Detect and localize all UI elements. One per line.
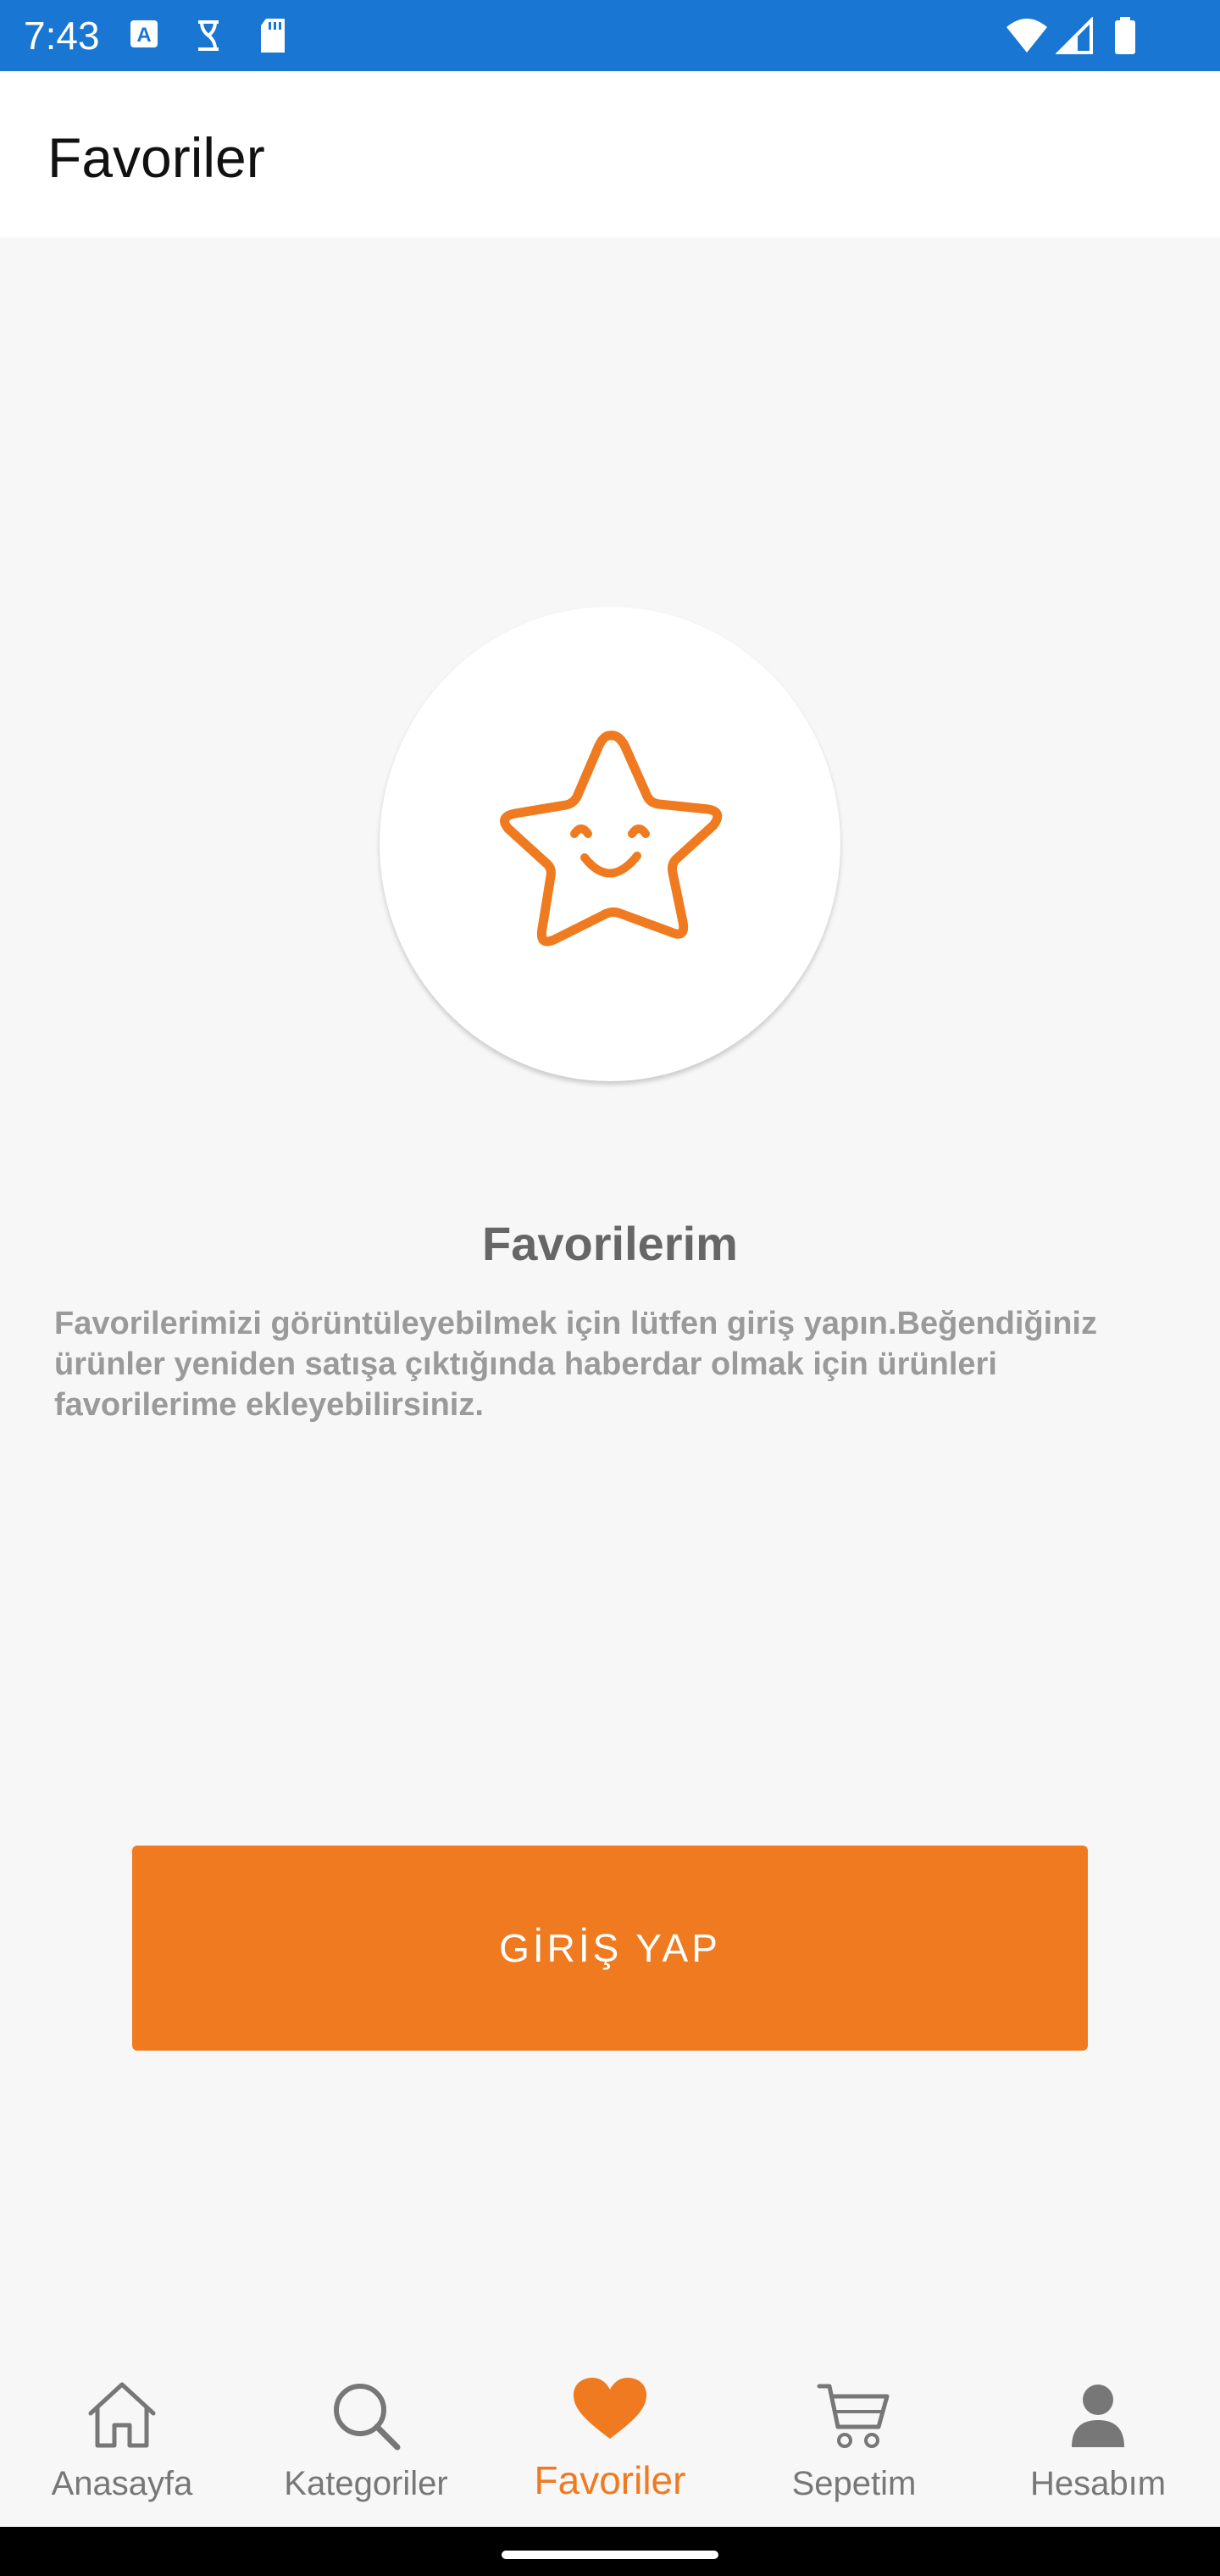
- nav-item-cart[interactable]: Sepetim: [732, 2356, 976, 2527]
- sd-card-icon: [261, 19, 285, 53]
- empty-state-title: Favorilerim: [482, 1217, 738, 1270]
- svg-text:A: A: [136, 24, 151, 47]
- empty-state-illustration: [380, 607, 840, 1081]
- sync-notification-icon: [198, 20, 219, 51]
- system-navigation-bar: [0, 2527, 1220, 2576]
- person-icon: [1072, 2384, 1124, 2447]
- login-button[interactable]: GİRİŞ YAP: [132, 1846, 1088, 2051]
- home-gesture-handle[interactable]: [502, 2551, 718, 2559]
- nav-item-categories[interactable]: Kategoriler: [244, 2356, 488, 2527]
- app-bar: Favoriler: [0, 71, 1220, 237]
- battery-icon: [1115, 17, 1135, 54]
- accessibility-notification-icon: A: [130, 20, 158, 47]
- nav-label-account: Hesabım: [1029, 2465, 1167, 2502]
- empty-state-description: Favorilerimizi görüntüleyebilmek için lü…: [54, 1306, 1097, 1423]
- nav-item-home[interactable]: Anasayfa: [0, 2356, 244, 2527]
- nav-item-account[interactable]: Hesabım: [976, 2356, 1220, 2527]
- wifi-icon: [1006, 19, 1047, 53]
- heart-icon: [574, 2378, 646, 2439]
- nav-label-favorites: Favoriler: [534, 2458, 686, 2502]
- smiling-star-icon: [500, 730, 723, 947]
- search-icon: [334, 2384, 401, 2451]
- status-time: 7:43: [24, 14, 100, 58]
- nav-label-home: Anasayfa: [51, 2465, 193, 2502]
- nav-label-cart: Sepetim: [791, 2465, 917, 2502]
- signal-icon: [1056, 17, 1093, 54]
- bottom-navigation: Anasayfa Kategoriler Favoriler Sepetim H…: [0, 2356, 1220, 2527]
- page-title: Favoriler: [47, 126, 265, 189]
- nav-label-categories: Kategoriler: [284, 2465, 448, 2502]
- status-bar: 7:43 A: [0, 0, 1220, 71]
- nav-item-favorites[interactable]: Favoriler: [488, 2356, 732, 2527]
- home-icon: [88, 2382, 156, 2448]
- cart-icon: [817, 2384, 890, 2448]
